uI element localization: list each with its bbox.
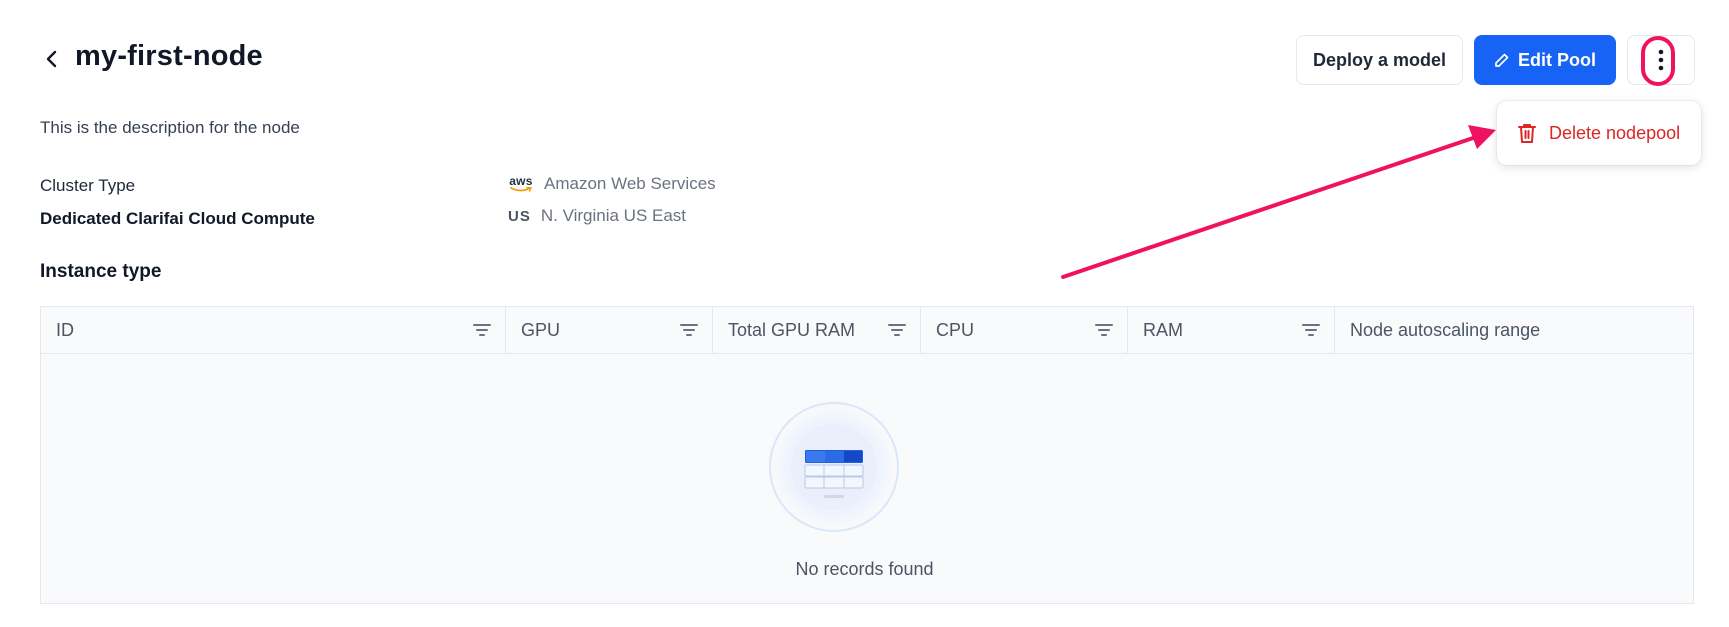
us-flag-icon: US	[508, 207, 531, 225]
column-label: Total GPU RAM	[728, 319, 856, 340]
column-header-total-gpu-ram[interactable]: Total GPU RAM	[713, 307, 921, 353]
instance-type-title: Instance type	[40, 261, 162, 282]
edit-pool-button[interactable]: Edit Pool	[1474, 35, 1616, 85]
cluster-type-value: aws Amazon Web Services	[508, 174, 716, 194]
page-title: my-first-node	[75, 40, 263, 72]
empty-table-icon	[766, 399, 902, 535]
column-label: GPU	[521, 319, 561, 340]
table-header: ID GPU Total GPU RAM CPU RAM Node autosc…	[41, 307, 1693, 354]
column-header-ram[interactable]: RAM	[1128, 307, 1335, 353]
column-label: CPU	[936, 319, 975, 340]
pencil-icon	[1495, 53, 1509, 67]
region-value: US N. Virginia US East	[508, 206, 686, 226]
filter-icon[interactable]	[888, 323, 906, 337]
column-label: ID	[56, 319, 74, 340]
deploy-model-button[interactable]: Deploy a model	[1296, 35, 1463, 85]
delete-nodepool-label: Delete nodepool	[1549, 122, 1681, 143]
delete-nodepool-menu-item[interactable]: Delete nodepool	[1497, 101, 1701, 165]
more-vertical-icon	[1658, 49, 1664, 71]
compute-label: Dedicated Clarifai Cloud Compute	[40, 209, 315, 228]
back-button[interactable]	[40, 46, 64, 72]
more-options-button[interactable]	[1627, 35, 1695, 85]
region-text: N. Virginia US East	[540, 206, 687, 225]
aws-logo-icon: aws	[508, 175, 534, 193]
column-header-id[interactable]: ID	[41, 307, 506, 353]
filter-icon[interactable]	[680, 323, 698, 337]
column-header-node-autoscaling-range[interactable]: Node autoscaling range	[1335, 307, 1693, 353]
deploy-model-label: Deploy a model	[1312, 49, 1447, 70]
edit-pool-label: Edit Pool	[1518, 49, 1596, 70]
empty-state-text: No records found	[795, 559, 934, 579]
filter-icon[interactable]	[473, 323, 491, 337]
column-label: Node autoscaling range	[1350, 319, 1541, 340]
cluster-type-text: Amazon Web Services	[544, 174, 716, 193]
node-description: This is the description for the node	[40, 118, 300, 137]
filter-icon[interactable]	[1095, 323, 1113, 337]
trash-icon	[1518, 124, 1536, 143]
chevron-left-icon	[46, 50, 57, 68]
cluster-type-label: Cluster Type	[40, 176, 136, 195]
column-header-gpu[interactable]: GPU	[506, 307, 713, 353]
column-header-cpu[interactable]: CPU	[921, 307, 1128, 353]
column-label: RAM	[1143, 319, 1183, 340]
filter-icon[interactable]	[1302, 323, 1320, 337]
